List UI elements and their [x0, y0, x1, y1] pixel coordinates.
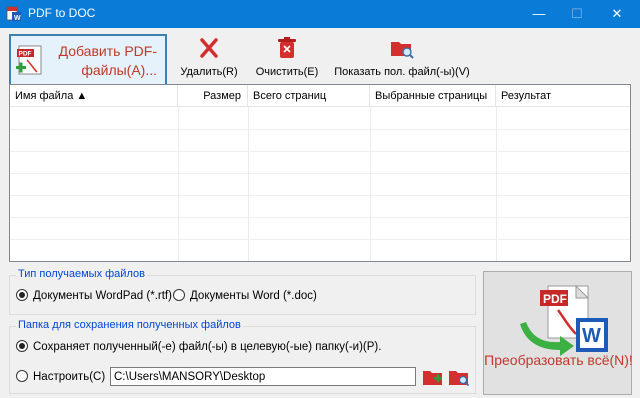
output-path-input[interactable] [110, 367, 416, 386]
trash-icon [278, 37, 296, 58]
svg-text:PDF: PDF [19, 51, 32, 58]
column-header-filename[interactable]: Имя файла ▲ [10, 85, 178, 107]
table-row [10, 174, 630, 196]
column-divider [496, 107, 497, 261]
radio-doc[interactable]: Документы Word (*.doc) [173, 289, 317, 302]
folder-open-icon[interactable] [448, 367, 470, 387]
red-x-icon [200, 38, 218, 58]
radio-doc-dot[interactable] [173, 289, 185, 301]
table-row [10, 196, 630, 218]
column-divider [178, 107, 179, 261]
show-output-label: Показать пол. файл(-ы)(V) [334, 66, 470, 78]
column-divider [248, 107, 249, 261]
table-row [10, 152, 630, 174]
radio-custom-folder-dot[interactable] [16, 370, 28, 382]
svg-text:PDF: PDF [543, 292, 567, 306]
column-header-total-pages[interactable]: Всего страниц [248, 85, 370, 107]
column-divider [370, 107, 371, 261]
delete-label: Удалить(R) [180, 66, 238, 78]
column-header-result[interactable]: Результат [496, 85, 630, 107]
clear-label: Очистить(E) [255, 66, 319, 78]
folder-search-icon [391, 42, 414, 59]
table-row [10, 218, 630, 240]
pdf-to-word-icon: PDF W [520, 284, 608, 356]
table-header: Имя файла ▲ Размер Всего страниц Выбранн… [10, 85, 630, 107]
column-header-size[interactable]: Размер [178, 85, 248, 107]
radio-rtf[interactable]: Документы WordPad (*.rtf) [16, 289, 172, 302]
add-pdf-label: Добавить PDF-файлы(A)... [58, 43, 157, 78]
radio-same-folder-dot[interactable] [16, 340, 28, 352]
title-bar: W PDF to DOC — ☐ ✕ [0, 0, 640, 28]
table-row [10, 130, 630, 152]
radio-rtf-dot[interactable] [16, 289, 28, 301]
radio-custom-folder[interactable]: Настроить(C) [16, 370, 105, 383]
delete-button[interactable]: Удалить(R) [178, 34, 240, 86]
convert-all-button[interactable]: PDF W Преобразовать всё(N)! [483, 271, 633, 395]
radio-same-folder-label: Сохраняет полученный(-е) файл(-ы) в целе… [33, 341, 382, 353]
svg-text:W: W [14, 15, 21, 22]
folder-add-icon[interactable] [422, 367, 444, 387]
output-folder-legend: Папка для сохранения полученных файлов [16, 319, 243, 331]
output-type-legend: Тип получаемых файлов [16, 268, 147, 280]
window-title: PDF to DOC [28, 6, 96, 20]
add-pdf-button[interactable]: PDF Добавить PDF-файлы(A)... [9, 34, 167, 88]
radio-doc-label: Документы Word (*.doc) [190, 290, 317, 302]
clear-button[interactable]: Очистить(E) [252, 34, 322, 86]
show-output-button[interactable]: Показать пол. файл(-ы)(V) [334, 34, 470, 86]
radio-rtf-label: Документы WordPad (*.rtf) [33, 290, 172, 302]
app-icon: W [6, 6, 21, 22]
main-panel: PDF Добавить PDF-файлы(A)... Удалить(R) … [0, 28, 640, 398]
radio-same-folder[interactable]: Сохраняет полученный(-е) файл(-ы) в целе… [16, 340, 381, 353]
radio-custom-folder-label: Настроить(C) [33, 371, 106, 383]
table-row [10, 240, 630, 261]
convert-all-label: Преобразовать всё(N)! [484, 352, 633, 368]
svg-text:W: W [582, 325, 601, 347]
table-row [10, 108, 630, 130]
file-list-table[interactable]: Имя файла ▲ Размер Всего страниц Выбранн… [9, 84, 631, 262]
close-button[interactable]: ✕ [594, 0, 640, 28]
column-header-selected-pages[interactable]: Выбранные страницы [370, 85, 496, 107]
